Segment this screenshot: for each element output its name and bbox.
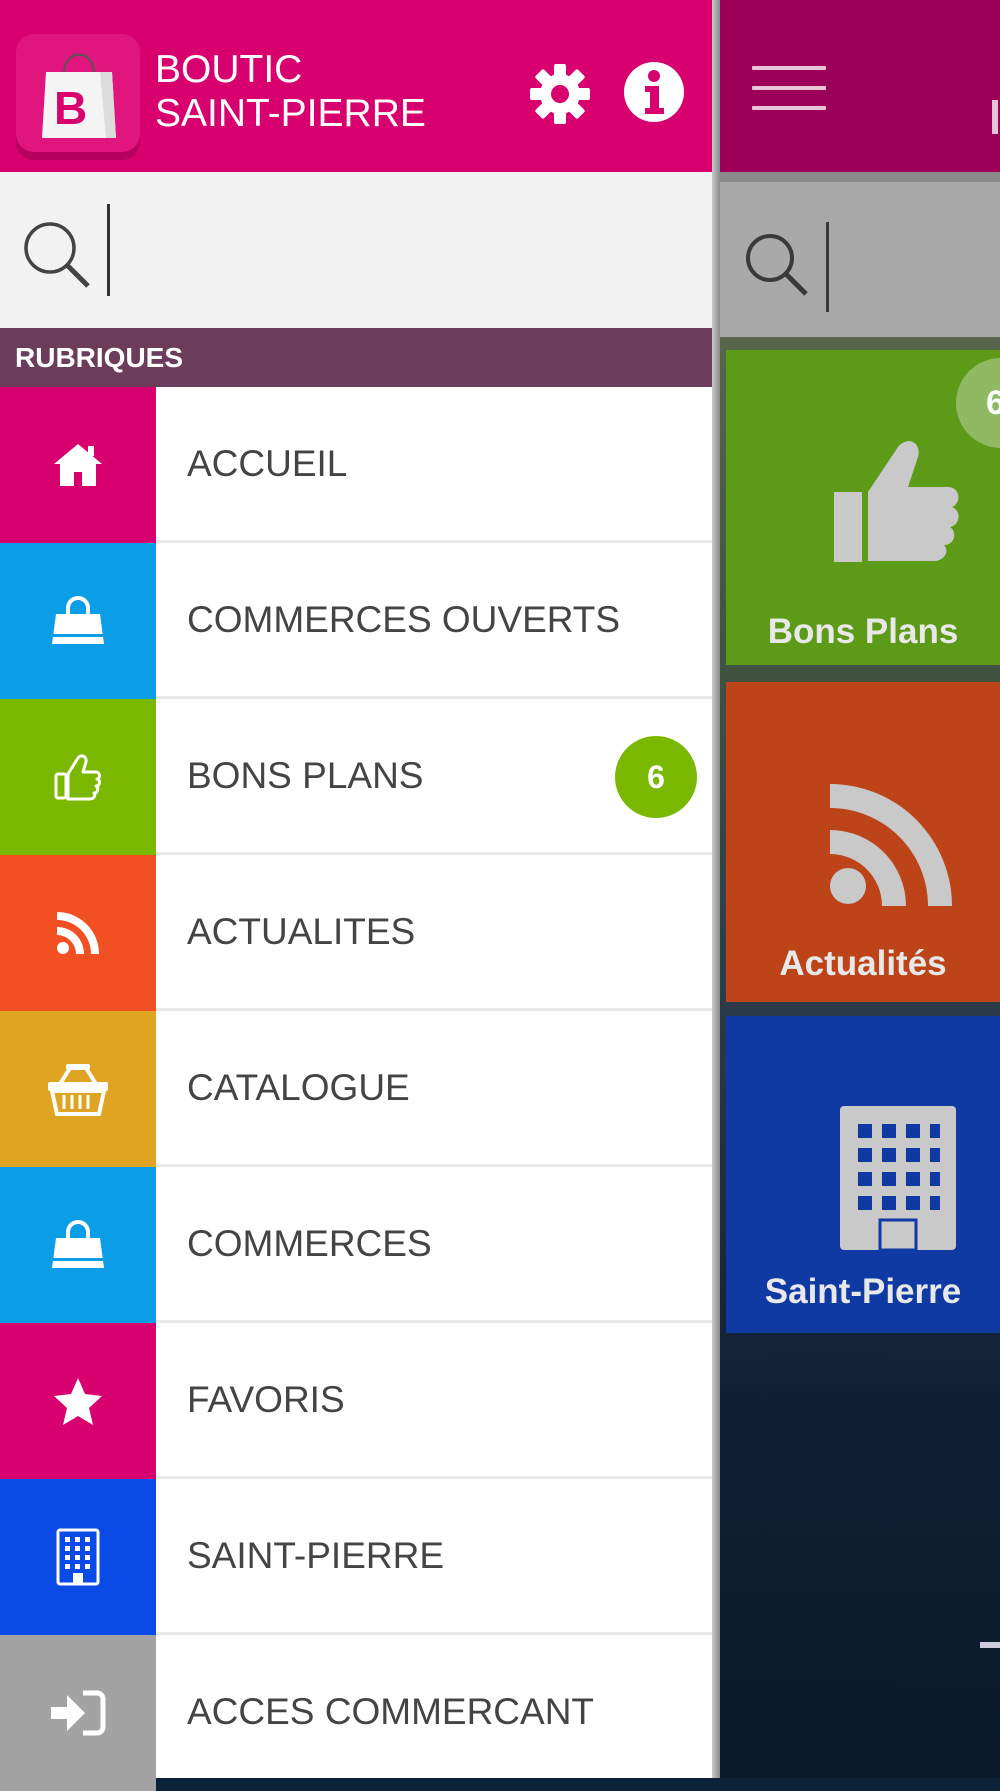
- search-bar: [0, 172, 712, 328]
- star-icon: [54, 1378, 102, 1425]
- menu-item-label: FAVORIS: [187, 1379, 345, 1420]
- rss-icon: [57, 912, 99, 954]
- home-icon: [54, 444, 102, 486]
- section-header: RUBRIQUES: [0, 328, 712, 387]
- background-search-bar: [720, 172, 1000, 337]
- menu-item-label: BONS PLANS: [187, 755, 424, 796]
- thumbs-up-icon: [54, 754, 101, 801]
- menu-list: ACCUEIL COMMERCES OUVERTS BONS PLANS 6 A…: [0, 387, 712, 1791]
- menu-item-label: ACCUEIL: [187, 443, 348, 484]
- tile-label: Actualités: [779, 944, 947, 983]
- background-header: [720, 0, 1000, 172]
- app-title-line2: SAINT-PIERRE: [155, 92, 426, 135]
- menu-item-actualites[interactable]: ACTUALITES: [0, 855, 712, 1011]
- search-icon: [746, 234, 808, 296]
- info-icon: [624, 62, 684, 122]
- tile-saint-pierre[interactable]: Saint-Pierre: [726, 1016, 1000, 1333]
- menu-item-catalogue[interactable]: CATALOGUE: [0, 1011, 712, 1167]
- navigation-drawer: B BOUTIC SAINT-PIERRE RUBRIQUES ACCUEIL …: [0, 0, 712, 1791]
- menu-item-bons-plans[interactable]: BONS PLANS 6: [0, 699, 712, 855]
- menu-item-label: SAINT-PIERRE: [187, 1535, 444, 1576]
- app-title: BOUTIC SAINT-PIERRE: [155, 48, 426, 136]
- menu-item-saint-pierre[interactable]: SAINT-PIERRE: [0, 1479, 712, 1635]
- menu-item-label: CATALOGUE: [187, 1067, 410, 1108]
- search-icon: [24, 222, 90, 288]
- app-logo: B: [16, 34, 140, 152]
- rss-icon: [830, 784, 952, 906]
- tile-label: Bons Plans: [767, 612, 959, 651]
- hamburger-menu-icon[interactable]: [720, 0, 860, 172]
- menu-item-favoris[interactable]: FAVORIS: [0, 1323, 712, 1479]
- menu-item-acces-commercant[interactable]: ACCES COMMERCANT: [0, 1635, 712, 1791]
- gear-icon: [530, 64, 590, 124]
- app-title-line1: BOUTIC: [155, 48, 303, 91]
- background-home-screen: 6 Bons Plans Actualités Saint-Pierre: [720, 0, 1000, 1778]
- sign-in-icon: [51, 1690, 106, 1736]
- menu-item-accueil[interactable]: ACCUEIL: [0, 387, 712, 543]
- svg-text:B: B: [54, 82, 87, 134]
- menu-item-commerces[interactable]: COMMERCES: [0, 1167, 712, 1323]
- menu-item-commerces-ouverts[interactable]: COMMERCES OUVERTS: [0, 543, 712, 699]
- shopping-bag-logo-icon: B: [42, 53, 116, 138]
- thumbs-up-icon: [834, 441, 959, 562]
- building-icon: [840, 1106, 956, 1252]
- menu-item-label: ACTUALITES: [187, 911, 416, 952]
- tile-actualites[interactable]: Actualités: [726, 682, 1000, 1002]
- shopping-bag-icon: [52, 1220, 104, 1268]
- building-icon: [56, 1528, 100, 1586]
- menu-item-label: COMMERCES: [187, 1223, 432, 1264]
- settings-button[interactable]: [528, 62, 592, 126]
- tile-label: Saint-Pierre: [764, 1272, 962, 1311]
- search-input[interactable]: [120, 202, 690, 298]
- info-button[interactable]: [622, 60, 686, 124]
- tile-bons-plans[interactable]: 6 Bons Plans: [726, 350, 1000, 665]
- basket-icon: [48, 1064, 108, 1116]
- menu-item-label: COMMERCES OUVERTS: [187, 599, 621, 640]
- drawer-header: B BOUTIC SAINT-PIERRE: [0, 0, 712, 172]
- shopping-bag-icon: [52, 596, 104, 644]
- count-badge: 6: [615, 736, 697, 818]
- menu-item-label: ACCES COMMERCANT: [187, 1691, 595, 1732]
